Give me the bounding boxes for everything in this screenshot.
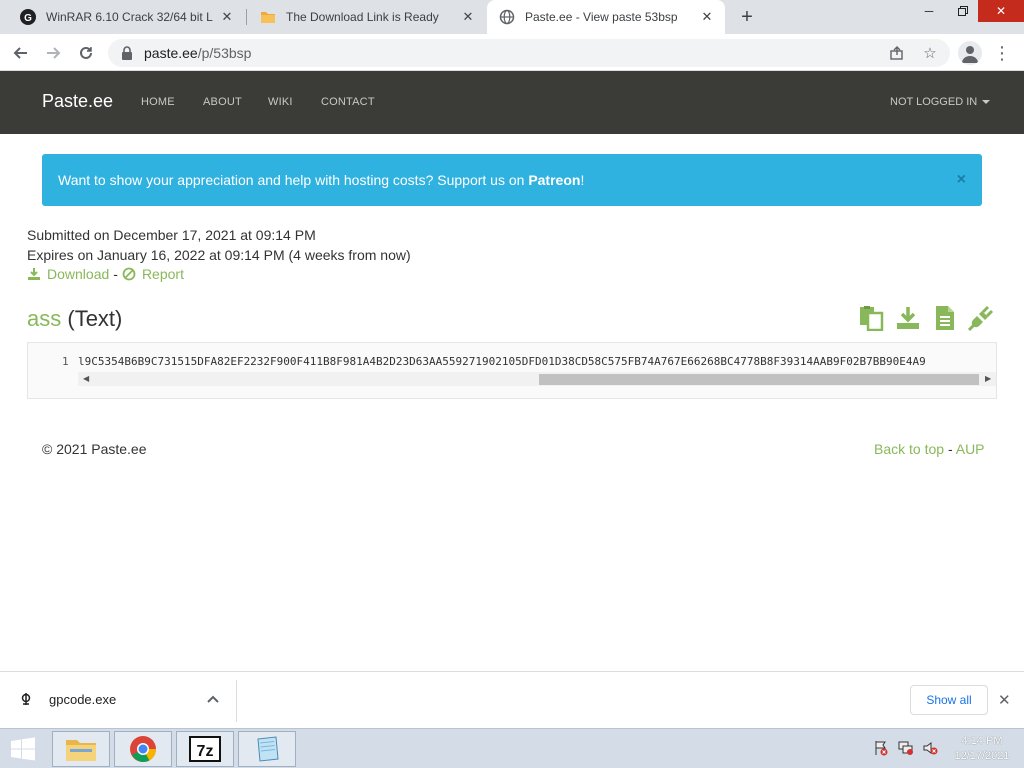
download-label: Download — [47, 266, 110, 282]
folder-icon — [260, 9, 276, 25]
account-dropdown[interactable]: NOT LOGGED IN — [890, 96, 991, 108]
aup-link[interactable]: AUP — [956, 441, 985, 457]
bookmark-star-icon[interactable]: ☆ — [921, 44, 939, 62]
download-bar: gpcode.exe Show all ✕ — [0, 671, 1024, 728]
file-explorer-taskbar-icon[interactable] — [52, 731, 110, 767]
copyright: © 2021 Paste.ee — [42, 441, 147, 457]
g-logo-icon: G — [20, 9, 36, 25]
browser-tab-winrar[interactable]: G WinRAR 6.10 Crack 32/64 bit Lice ✕ — [8, 0, 245, 34]
close-tab-icon[interactable]: ✕ — [699, 9, 715, 25]
svg-text:7z: 7z — [197, 743, 214, 760]
chevron-up-icon[interactable] — [205, 691, 221, 707]
minimize-icon[interactable]: ─ — [912, 0, 946, 22]
embed-plug-icon[interactable] — [967, 305, 994, 332]
alert-text: Want to show your appreciation and help … — [58, 172, 584, 188]
close-tab-icon[interactable]: ✕ — [219, 9, 235, 25]
reload-icon[interactable] — [73, 40, 99, 66]
download-icon — [28, 268, 40, 280]
patreon-link[interactable]: Patreon — [528, 172, 580, 188]
action-separator: - — [113, 266, 118, 282]
alert-message: Want to show your appreciation and help … — [58, 172, 529, 188]
download-link[interactable]: Download — [27, 266, 109, 282]
action-center-flag-icon[interactable] — [873, 740, 889, 756]
code-line[interactable]: l9C5354B6B9C731515DFA82EF2232F900F411B8F… — [78, 355, 990, 368]
close-tab-icon[interactable]: ✕ — [460, 9, 476, 25]
browser-tab-download-link[interactable]: The Download Link is Ready ✕ — [248, 0, 486, 34]
browser-tab-strip: G WinRAR 6.10 Crack 32/64 bit Lice ✕ The… — [0, 0, 1024, 34]
alert-suffix: ! — [580, 172, 585, 188]
nav-about[interactable]: ABOUT — [203, 96, 242, 108]
tab-title: WinRAR 6.10 Crack 32/64 bit Lice — [46, 10, 213, 24]
download-separator — [236, 680, 237, 722]
copy-icon[interactable] — [858, 305, 884, 332]
windows-taskbar: 7z 4:14 PM 12/17/2021 — [0, 728, 1024, 768]
nav-home[interactable]: HOME — [141, 96, 175, 108]
scroll-right-icon[interactable]: ▶ — [985, 374, 991, 383]
windows-start-icon[interactable] — [8, 737, 38, 761]
download-file-name: gpcode.exe — [49, 691, 117, 707]
scrollbar-thumb[interactable] — [539, 374, 979, 385]
ban-icon — [122, 267, 136, 281]
network-icon[interactable] — [898, 740, 914, 756]
browser-menu-icon[interactable]: ⋮ — [993, 41, 1011, 65]
restore-icon[interactable] — [946, 0, 980, 22]
download-icon[interactable] — [895, 305, 921, 331]
caret-down-icon — [982, 100, 991, 105]
tab-title: Paste.ee - View paste 53bsp — [525, 10, 678, 24]
forward-arrow-icon[interactable] — [40, 40, 66, 66]
footer-separator: - — [947, 441, 953, 457]
site-navbar: Paste.ee HOME ABOUT WIKI CONTACT NOT LOG… — [0, 71, 1024, 134]
back-arrow-icon[interactable] — [8, 40, 34, 66]
code-viewer[interactable]: 1 l9C5354B6B9C731515DFA82EF2232F900F411B… — [27, 342, 997, 399]
nav-contact[interactable]: CONTACT — [321, 96, 375, 108]
report-label: Report — [141, 266, 184, 282]
line-number: 1 — [62, 355, 69, 368]
site-brand[interactable]: Paste.ee — [42, 91, 113, 112]
url-host: paste.ee — [144, 45, 198, 61]
show-all-button[interactable]: Show all — [910, 685, 988, 715]
paste-type: (Text) — [67, 306, 123, 331]
svg-text:G: G — [24, 13, 32, 24]
download-bar-close-icon[interactable]: ✕ — [998, 691, 1011, 709]
nav-wiki[interactable]: WIKI — [268, 96, 293, 108]
browser-toolbar: paste.ee/p/53bsp ☆ ⋮ — [0, 34, 1024, 71]
lock-icon[interactable] — [120, 46, 134, 60]
url-text: paste.ee/p/53bsp — [144, 45, 251, 61]
notepad-taskbar-icon[interactable] — [238, 731, 296, 767]
volume-muted-icon[interactable] — [922, 740, 938, 756]
exe-file-icon — [18, 691, 34, 707]
system-clock[interactable]: 4:14 PM 12/17/2021 — [950, 734, 1014, 764]
profile-avatar-icon[interactable] — [958, 41, 982, 65]
chrome-taskbar-icon[interactable] — [114, 731, 172, 767]
download-item[interactable]: gpcode.exe — [18, 691, 116, 707]
expires-date: Expires on January 16, 2022 at 09:14 PM … — [27, 247, 411, 263]
new-tab-button[interactable]: + — [735, 5, 759, 29]
report-link[interactable]: Report — [122, 266, 184, 282]
tab-title: The Download Link is Ready — [286, 10, 439, 24]
footer-links: Back to top - AUP — [874, 441, 985, 457]
paste-actions: Download - Report — [27, 266, 184, 282]
alert-close-icon[interactable]: × — [957, 171, 966, 189]
browser-tab-paste[interactable]: Paste.ee - View paste 53bsp ✕ — [487, 0, 725, 34]
horizontal-scrollbar[interactable]: ◀ ▶ — [78, 372, 996, 386]
7zip-taskbar-icon[interactable]: 7z — [176, 731, 234, 767]
address-bar[interactable]: paste.ee/p/53bsp ☆ — [108, 39, 950, 67]
raw-icon[interactable] — [932, 305, 958, 331]
globe-icon — [499, 9, 515, 25]
scroll-left-icon[interactable]: ◀ — [83, 374, 89, 383]
share-icon[interactable] — [888, 44, 906, 62]
tab-separator — [246, 9, 247, 25]
paste-name: ass — [27, 306, 62, 331]
url-path: /p/53bsp — [197, 45, 252, 61]
submitted-date: Submitted on December 17, 2021 at 09:14 … — [27, 227, 316, 243]
clock-date: 12/17/2021 — [954, 750, 1010, 762]
back-to-top-link[interactable]: Back to top — [874, 441, 944, 457]
patreon-alert: Want to show your appreciation and help … — [42, 154, 982, 206]
paste-title: ass (Text) — [27, 306, 122, 332]
clock-time: 4:14 PM — [961, 735, 1003, 747]
account-label: NOT LOGGED IN — [890, 96, 978, 108]
window-close-icon[interactable]: ✕ — [978, 0, 1024, 22]
